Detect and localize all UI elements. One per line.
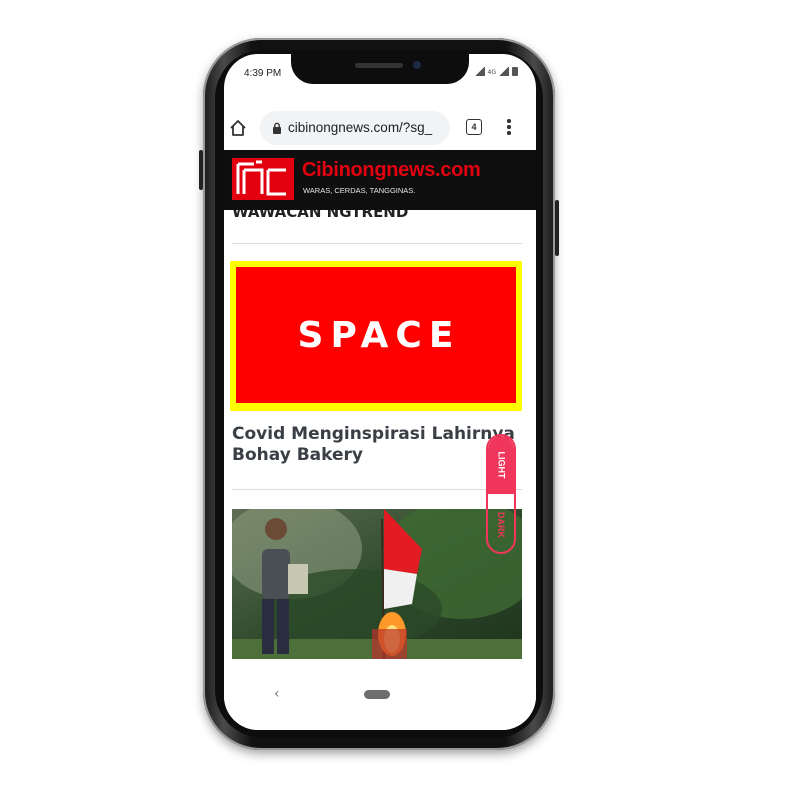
address-bar[interactable]: cibinongnews.com/?sg_ <box>260 111 450 145</box>
dark-mode-button[interactable]: DARK <box>488 494 514 552</box>
tab-switcher-button[interactable]: 4 <box>466 119 482 135</box>
article-thumbnail[interactable] <box>232 509 522 659</box>
notch <box>291 54 469 84</box>
network-type: 4G <box>487 69 496 76</box>
battery-icon <box>512 67 518 76</box>
theme-toggle[interactable]: LIGHT DARK <box>486 434 516 554</box>
phone-volume-button <box>199 150 203 190</box>
browser-toolbar: cibinongnews.com/?sg_ 4 <box>224 109 536 149</box>
divider <box>232 489 522 490</box>
site-logo-icon[interactable] <box>232 158 294 200</box>
divider <box>232 243 522 244</box>
home-icon[interactable] <box>228 118 248 138</box>
status-icons: 4G <box>474 67 518 76</box>
site-header: Cibinongnews.com WARAS, CERDAS, TANGGINA… <box>224 150 536 210</box>
speaker-grille <box>355 63 403 68</box>
phone-power-button <box>555 200 559 256</box>
home-pill-button[interactable] <box>364 690 390 699</box>
more-menu-icon[interactable] <box>506 119 512 137</box>
light-mode-button[interactable]: LIGHT <box>488 436 514 494</box>
back-icon[interactable]: ‹ <box>274 686 280 702</box>
ad-banner-inner: SPACE <box>236 267 516 403</box>
site-tagline: WARAS, CERDAS, TANGGINAS. <box>303 186 416 195</box>
cell-signal-icon <box>499 67 509 76</box>
lock-icon <box>273 122 281 134</box>
wifi-signal-icon <box>474 67 485 76</box>
light-mode-label: LIGHT <box>496 451 506 479</box>
ad-banner[interactable]: SPACE <box>230 261 522 411</box>
dark-mode-label: DARK <box>496 512 506 538</box>
ad-banner-text: SPACE <box>297 314 461 356</box>
url-text: cibinongnews.com/?sg_ <box>288 120 433 135</box>
front-camera <box>413 61 421 69</box>
status-time: 4:39 PM <box>244 68 282 79</box>
system-nav-bar: ‹ <box>224 676 536 730</box>
article-title-link[interactable]: Covid Menginspirasi Lahirnya Bohay Baker… <box>232 424 522 466</box>
article-photo <box>232 509 522 659</box>
phone-screen: 4:39 PM 4G cibinongnews.com/?sg_ 4 WAWAC… <box>224 54 536 730</box>
site-name[interactable]: Cibinongnews.com <box>302 159 481 182</box>
